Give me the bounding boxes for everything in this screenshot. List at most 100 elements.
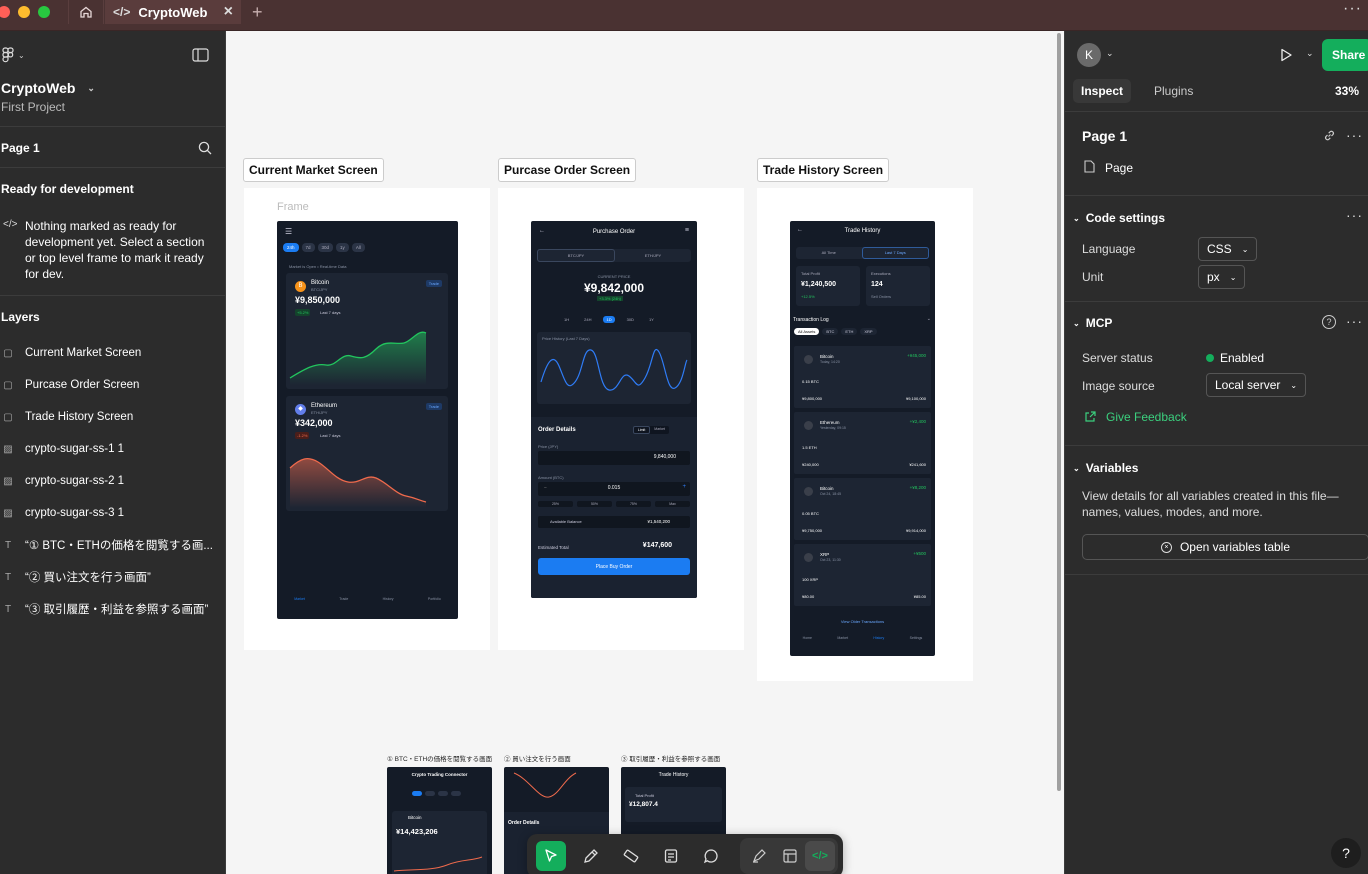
market-tab[interactable]: Market [650, 426, 669, 434]
zoom-level[interactable]: 33% [1335, 84, 1359, 98]
trade-history-frame[interactable]: ← Trade History All Time Last 7 Days Tot… [757, 188, 973, 681]
more-icon[interactable]: ··· [1346, 127, 1363, 143]
unit-select[interactable]: px ⌄ [1198, 265, 1246, 289]
view-older-link[interactable]: View Older Transactions [790, 619, 935, 624]
draw-mode-button[interactable] [744, 841, 774, 871]
layer-item[interactable]: T “③ 取引履歴・利益を参照する画面” [0, 599, 208, 619]
layer-item[interactable]: ▢ Trade History Screen [0, 407, 133, 427]
nav-item[interactable]: Trade [339, 597, 348, 601]
home-tab[interactable] [68, 0, 104, 24]
current-market-frame[interactable]: Frame ☰ 24h 7d 30d 1y All Market is Open • R… [244, 188, 490, 650]
nav-item[interactable]: Market [837, 636, 848, 640]
plus-icon[interactable]: + [682, 484, 686, 490]
nav-item[interactable]: History [383, 597, 394, 601]
frame-label-trade-history[interactable]: Trade History Screen [757, 158, 890, 182]
layer-item[interactable]: T “① BTC・ETHの価格を閲覧する画... [0, 535, 213, 555]
layer-item[interactable]: ▢ Purcase Order Screen [0, 375, 139, 395]
pair-switch[interactable]: BTC/JPY ETH/JPY [537, 249, 691, 262]
code-settings-header[interactable]: ⌄ Code settings [1073, 211, 1165, 225]
range-tab[interactable]: 24H [581, 316, 594, 323]
range-tab[interactable]: 1H [561, 316, 572, 323]
open-variables-button[interactable]: × Open variables table [1082, 534, 1368, 560]
transaction-row[interactable]: Bitcoin Oct 24, 18:45 +¥8,200 0.05 BTC ¥9,75… [794, 478, 931, 540]
layer-item[interactable]: ▨ crypto-sugar-ss-2 1 [0, 471, 124, 491]
asset-filter[interactable]: BTC [822, 328, 839, 335]
transaction-row[interactable]: Bitcoin Today, 14:20 +¥45,000 0.15 BTC ¥9,80… [794, 346, 931, 408]
language-select[interactable]: CSS ⌄ [1198, 237, 1258, 261]
percent-button[interactable]: 75% [616, 501, 651, 507]
layer-item[interactable]: ▨ crypto-sugar-ss-1 1 [0, 439, 124, 459]
range-tab[interactable]: 30D [624, 316, 637, 323]
mcp-header[interactable]: ⌄ MCP [1073, 316, 1112, 330]
range-tab[interactable]: 7d [301, 243, 315, 252]
search-icon[interactable] [198, 141, 212, 155]
avatar[interactable]: K [1077, 43, 1101, 67]
image-source-select[interactable]: Local server ⌄ [1206, 373, 1307, 397]
link-icon[interactable] [1323, 129, 1336, 142]
range-tab[interactable]: 24h [283, 243, 299, 252]
range-tab[interactable]: 1y [336, 243, 349, 252]
more-icon[interactable]: ··· [1343, 0, 1362, 18]
pair-btc[interactable]: BTC/JPY [537, 249, 615, 262]
order-type-switch[interactable]: Limit Market [632, 426, 669, 434]
more-icon[interactable]: ··· [1346, 313, 1363, 329]
more-icon[interactable]: ··· [1346, 207, 1363, 223]
give-feedback-link[interactable]: Give Feedback [1084, 410, 1187, 424]
chevron-down-icon[interactable]: ⌄ [1306, 48, 1314, 59]
btc-trade-button[interactable]: Trade [425, 280, 442, 287]
variables-header[interactable]: ⌄ Variables [1073, 461, 1138, 475]
layer-item[interactable]: T “② 買い注文を行う画面” [0, 567, 151, 587]
nav-item[interactable]: Portfolio [428, 597, 441, 601]
canvas[interactable]: Current Market Screen Purcase Order Scre… [226, 31, 1064, 874]
nav-item[interactable]: Market [294, 597, 305, 601]
sidebar-toggle-icon[interactable] [192, 48, 209, 62]
transaction-row[interactable]: Ethereum Yesterday, 09:15 +¥2,400 1.5 ETH ¥2… [794, 412, 931, 474]
comment-tool-button[interactable] [696, 841, 726, 871]
dev-mode-button[interactable]: </> [805, 841, 835, 871]
thumbnail-1[interactable]: Crypto Trading Connector Bitcoin ¥14,423… [387, 767, 492, 874]
chevron-down-icon[interactable]: ⌄ [1106, 48, 1114, 59]
pair-eth[interactable]: ETH/JPY [615, 249, 691, 262]
nav-item[interactable]: History [873, 636, 884, 640]
asset-filter[interactable]: All Assets [794, 328, 820, 335]
minimize-window-icon[interactable] [18, 6, 30, 18]
maximize-window-icon[interactable] [38, 6, 50, 18]
annotate-tool-button[interactable] [656, 841, 686, 871]
frame-label-purchase-order[interactable]: Purcase Order Screen [498, 158, 637, 182]
limit-tab[interactable]: Limit [632, 426, 651, 434]
measure-tool-button[interactable] [616, 841, 646, 871]
tab-all-time[interactable]: All Time [796, 247, 862, 259]
eyedropper-tool-button[interactable] [576, 841, 606, 871]
file-tab[interactable]: </> CryptoWeb × [105, 0, 241, 24]
percent-button[interactable]: Max [655, 501, 690, 507]
tab-plugins[interactable]: Plugins [1154, 84, 1193, 98]
nav-item[interactable]: Settings [910, 636, 923, 640]
layer-item[interactable]: ▨ crypto-sugar-ss-3 1 [0, 503, 124, 523]
design-mode-button[interactable] [775, 841, 805, 871]
purchase-order-frame[interactable]: ← Purchase Order ≡ BTC/JPY ETH/JPY CURRE… [498, 188, 744, 650]
canvas-scrollbar[interactable] [1057, 33, 1061, 791]
frame-label-current-market[interactable]: Current Market Screen [243, 158, 384, 182]
range-tab[interactable]: 30d [317, 243, 334, 252]
price-input[interactable]: 9,840,000 [538, 451, 690, 465]
asset-filter[interactable]: XRP [860, 328, 877, 335]
range-tab[interactable]: 1D [603, 316, 615, 323]
close-tab-icon[interactable]: × [224, 3, 233, 21]
page-selector[interactable]: Page 1 [1, 141, 40, 155]
amount-input[interactable]: − 0.015 + [538, 482, 690, 496]
move-tool-button[interactable] [536, 841, 566, 871]
eth-trade-button[interactable]: Trade [425, 403, 442, 410]
period-switch[interactable]: All Time Last 7 Days [796, 247, 929, 259]
new-tab-icon[interactable]: + [252, 2, 263, 23]
help-icon[interactable]: ? [1322, 315, 1336, 329]
range-tab[interactable]: All [351, 243, 365, 252]
tab-inspect[interactable]: Inspect [1073, 79, 1132, 103]
percent-button[interactable]: 25% [538, 501, 573, 507]
filter-icon[interactable]: ⌄ [927, 316, 931, 322]
range-tab[interactable]: 1Y [646, 316, 657, 323]
percent-button[interactable]: 50% [577, 501, 612, 507]
help-button[interactable]: ? [1331, 838, 1361, 868]
layer-item[interactable]: ▢ Current Market Screen [0, 343, 141, 363]
place-buy-order-button[interactable]: Place Buy Order [538, 558, 690, 575]
close-window-icon[interactable] [0, 6, 10, 18]
